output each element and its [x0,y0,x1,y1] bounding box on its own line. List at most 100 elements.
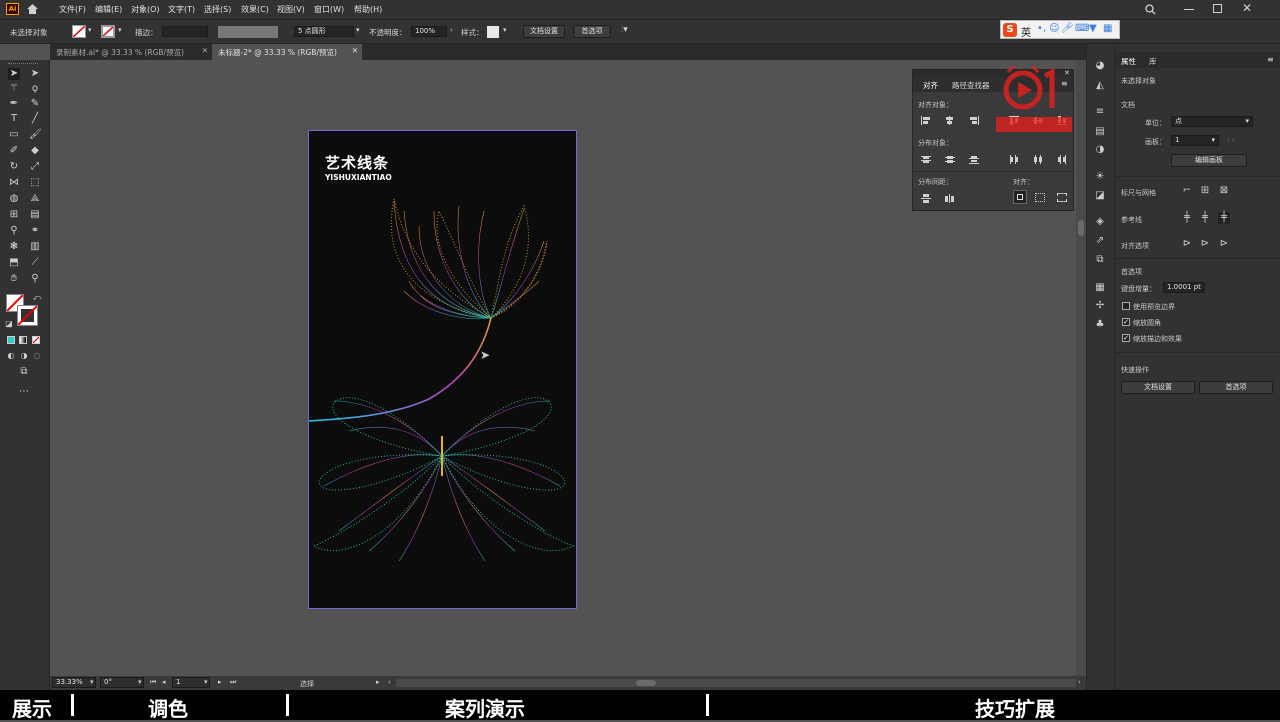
units-select[interactable]: 点 ▾ [1171,116,1253,127]
chapter-display[interactable]: 展示 [12,693,52,722]
show-guides-icon[interactable]: ╪ [1181,212,1193,224]
skin-icon[interactable]: ▼ [1089,23,1097,34]
align-to-selection-icon[interactable] [1035,193,1045,202]
paintbrush-tool-icon[interactable]: 🖌︎ [29,129,42,141]
scale-strokes-effects-checkbox[interactable]: ✓ [1122,334,1130,342]
gradient-panel-icon[interactable]: ▤ [1094,126,1106,138]
scroll-right-icon[interactable]: › [1078,678,1081,686]
search-icon[interactable] [1145,4,1156,15]
hand-tool-icon[interactable]: ✋︎ [8,273,20,285]
ime-lang[interactable]: 英 [1021,24,1031,39]
close-icon[interactable]: ✕ [1242,1,1252,15]
panel-grip[interactable] [8,63,38,65]
shaper-tool-icon[interactable]: ✐ [8,145,20,157]
dist-left-icon[interactable] [1009,155,1019,164]
rectangle-tool-icon[interactable]: ▭ [8,129,20,141]
chevron-down-icon[interactable]: ▾ [138,678,142,686]
pen-tool-icon[interactable]: ✒ [8,98,20,110]
snap-to-pixel-icon[interactable]: ⊳ [1199,238,1211,250]
shape-builder-tool-icon[interactable]: ◍ [8,193,20,205]
last-artboard-icon[interactable]: ⏭ [230,678,236,687]
status-menu-icon[interactable]: ▸ [376,678,380,686]
mic-icon[interactable]: 🎤︎ [1061,23,1074,34]
variable-width-profile[interactable] [218,26,278,38]
tab-align[interactable]: 对齐 [923,80,938,91]
perspective-grid-tool-icon[interactable]: ⟁ [29,193,41,205]
home-icon[interactable] [26,3,39,15]
stroke-panel-icon[interactable]: ≡ [1094,106,1106,118]
opacity-field[interactable]: 100% [411,26,447,37]
tab-untitled-2[interactable]: 未标题-2* @ 33.33 % (RGB/预览) ✕ [212,44,362,60]
dist-v-center-icon[interactable] [945,155,955,164]
snap-to-point-icon[interactable]: ⊳ [1181,238,1193,250]
tab-pathfinder[interactable]: 路径查找器 [952,80,990,91]
graphic-styles-icon[interactable]: ◪ [1094,190,1106,202]
tab-properties[interactable]: 属性 [1121,56,1136,67]
menu-object[interactable]: 对象(O) [131,4,160,15]
chapter-color-grading[interactable]: 调色 [148,693,188,722]
scroll-left-icon[interactable]: ‹ [388,678,391,686]
draw-mode-icon[interactable]: ◐ [5,350,17,362]
close-icon[interactable]: ✕ [202,46,208,55]
punctuation-icon[interactable]: •, [1037,23,1046,34]
tab-recording-material[interactable]: 录制素材.ai* @ 33.33 % (RGB/预览) ✕ [50,44,212,60]
dist-top-icon[interactable] [921,155,931,164]
chevron-down-icon[interactable]: ▾ [118,26,122,34]
dist-h-center-icon[interactable] [1033,155,1043,164]
scale-corners-checkbox[interactable]: ✓ [1122,318,1130,326]
curvature-tool-icon[interactable]: ✎ [29,98,41,110]
dist-bottom-icon[interactable] [969,155,979,164]
transparency-panel-icon[interactable]: ◑ [1094,144,1106,156]
dist-h-space-icon[interactable] [945,194,955,203]
column-graph-tool-icon[interactable]: ▥ [29,241,41,253]
mesh-tool-icon[interactable]: ⊞ [8,209,20,221]
vertical-scrollbar[interactable] [1076,60,1086,676]
first-artboard-icon[interactable]: ⏮ [150,678,156,687]
chapter-case-demo[interactable]: 案列演示 [445,693,525,722]
symbols-panel-icon[interactable]: ♣ [1094,319,1106,331]
color-guide-icon[interactable]: ◭ [1094,80,1106,92]
menu-select[interactable]: 选择(S) [204,4,231,15]
stroke-swatch[interactable] [101,25,115,38]
use-preview-bounds-checkbox[interactable] [1122,302,1130,310]
chevron-down-icon[interactable]: ▾ [1245,117,1249,126]
gradient-mode-icon[interactable] [19,336,27,344]
stroke-color-icon[interactable] [17,305,38,326]
chevron-down-icon[interactable]: ▾ [356,26,360,34]
layers-panel-icon[interactable]: ◈ [1094,216,1106,228]
horizontal-scrollbar[interactable] [396,679,1076,687]
arrange-icon[interactable]: ⫶▾ [621,25,628,35]
chevron-down-icon[interactable]: ▾ [204,678,208,686]
smart-guides-icon[interactable]: ╪ [1218,212,1230,224]
chevron-down-icon[interactable]: ▾ [1211,136,1215,145]
tab-libraries[interactable]: 库 [1149,56,1157,67]
artboard-select[interactable]: 1 ▾ [1171,135,1219,146]
screen-mode-icon[interactable]: ⧉ [18,366,30,378]
type-tool-icon[interactable]: T [8,113,20,125]
chevron-right-icon[interactable]: › [450,26,453,34]
quick-preferences-button[interactable]: 首选项 [1199,381,1273,394]
scale-tool-icon[interactable]: ⤢ [29,161,41,173]
magic-wand-tool-icon[interactable]: ⚚ [8,83,20,95]
dist-v-space-icon[interactable] [921,194,931,203]
quick-doc-setup-button[interactable]: 文档设置 [1121,381,1195,394]
eyedropper-tool-icon[interactable]: ⚲ [8,225,20,237]
keyboard-icon[interactable]: ⌨ [1075,23,1089,34]
menu-type[interactable]: 文字(T) [168,4,195,15]
align-to-artboard-icon[interactable] [1013,190,1027,204]
minimize-icon[interactable] [1184,9,1194,10]
align-h-center-icon[interactable] [945,116,955,125]
eraser-tool-icon[interactable]: ◆ [29,145,41,157]
blend-tool-icon[interactable]: ⚭ [29,225,41,237]
toolbox-icon[interactable]: ▦ [1103,23,1112,34]
brush-definition[interactable]: 5 点圆形 [294,26,354,37]
draw-inside-icon[interactable]: ◌ [31,350,43,362]
swap-fill-stroke-icon[interactable]: ⤺ [31,292,43,304]
preferences-button[interactable]: 首选项 [573,25,611,38]
maximize-icon[interactable] [1213,4,1222,13]
color-mode-icon[interactable] [7,336,15,344]
selection-tool-icon[interactable]: ➤ [8,68,20,80]
scroll-thumb[interactable] [1078,220,1084,236]
width-tool-icon[interactable]: ⋈ [8,177,20,189]
scroll-thumb[interactable] [636,680,656,686]
